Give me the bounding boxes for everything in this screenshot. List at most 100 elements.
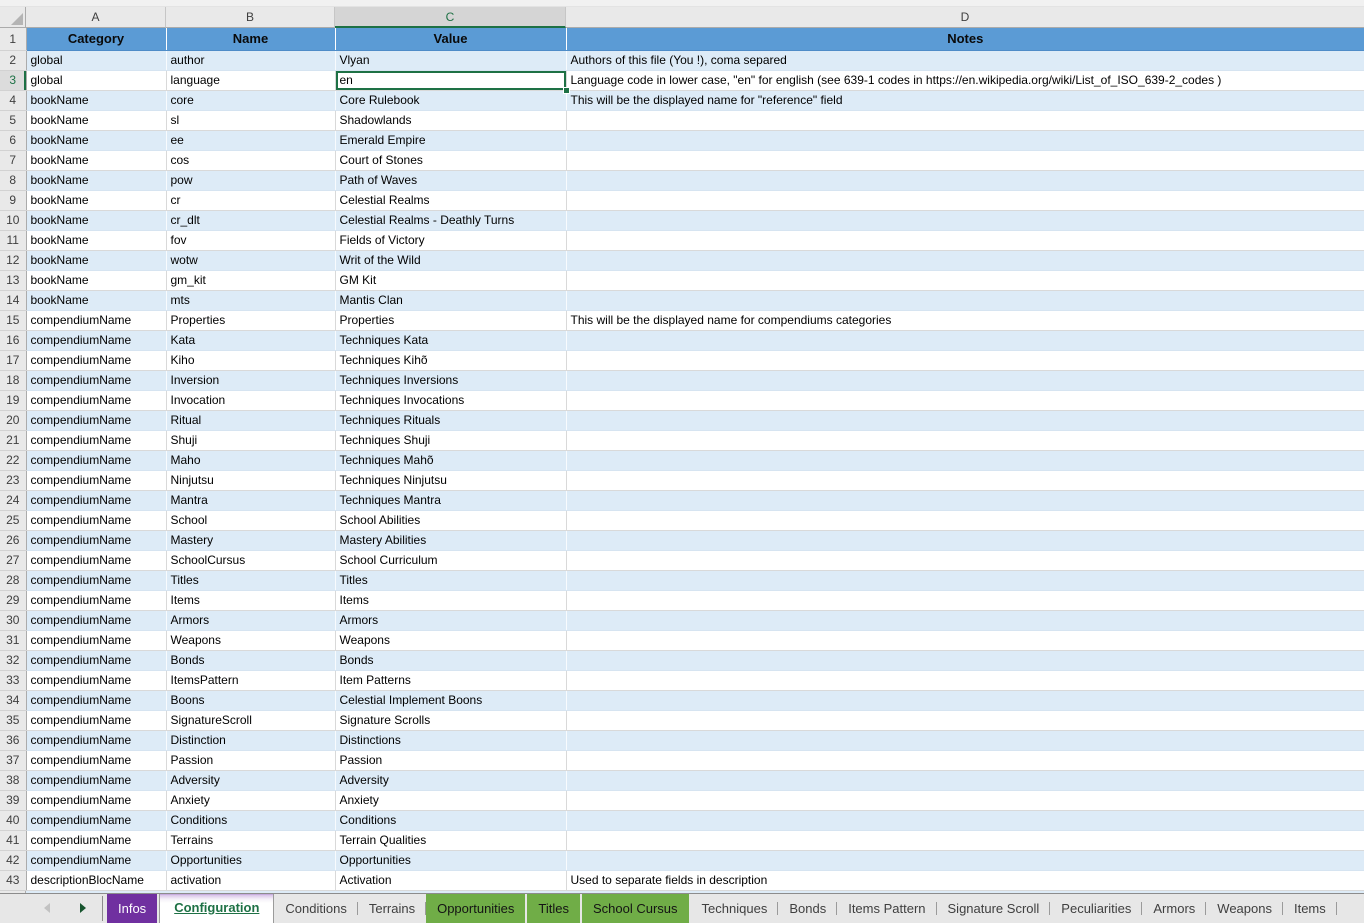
cell-value[interactable]: Mantis Clan: [335, 290, 566, 310]
cell-name[interactable]: ee: [166, 130, 335, 150]
header-cell-value[interactable]: Value: [335, 28, 566, 50]
cell-category[interactable]: bookName: [26, 90, 166, 110]
cell-notes[interactable]: [566, 470, 1364, 490]
cell-name[interactable]: Shuji: [166, 430, 335, 450]
row-number[interactable]: 39: [0, 790, 26, 810]
cell-category[interactable]: compendiumName: [26, 790, 166, 810]
row-number[interactable]: 22: [0, 450, 26, 470]
cell-category[interactable]: compendiumName: [26, 690, 166, 710]
cell-category[interactable]: bookName: [26, 230, 166, 250]
cell-notes[interactable]: [566, 610, 1364, 630]
cell-notes[interactable]: [566, 750, 1364, 770]
fill-handle[interactable]: [563, 87, 570, 94]
cell-name[interactable]: Maho: [166, 450, 335, 470]
cell-name[interactable]: Inversion: [166, 370, 335, 390]
row-number[interactable]: 33: [0, 670, 26, 690]
cell-value[interactable]: Armors: [335, 610, 566, 630]
row-number[interactable]: 24: [0, 490, 26, 510]
row-number[interactable]: 42: [0, 850, 26, 870]
cell-category[interactable]: compendiumName: [26, 530, 166, 550]
row-number[interactable]: 27: [0, 550, 26, 570]
row-number[interactable]: 25: [0, 510, 26, 530]
row-number[interactable]: 34: [0, 690, 26, 710]
cell-notes[interactable]: [566, 650, 1364, 670]
cell-name[interactable]: SignatureScroll: [166, 710, 335, 730]
row-number[interactable]: 10: [0, 210, 26, 230]
active-cell[interactable]: en: [335, 70, 566, 90]
cell-name[interactable]: Adversity: [166, 770, 335, 790]
cell-name[interactable]: Passion: [166, 750, 335, 770]
cell-name[interactable]: cos: [166, 150, 335, 170]
cell-name[interactable]: pow: [166, 170, 335, 190]
cell-notes[interactable]: [566, 690, 1364, 710]
cell-name[interactable]: SchoolCursus: [166, 550, 335, 570]
cell-notes[interactable]: [566, 110, 1364, 130]
cell-name[interactable]: Boons: [166, 690, 335, 710]
cell-name[interactable]: Kiho: [166, 350, 335, 370]
cell-category[interactable]: compendiumName: [26, 650, 166, 670]
cell-notes[interactable]: Used to separate fields in description: [566, 870, 1364, 890]
cell-value[interactable]: School Curriculum: [335, 550, 566, 570]
cell-notes[interactable]: Authors of this file (You !), coma separ…: [566, 50, 1364, 70]
tab-nav-left-icon[interactable]: [44, 903, 50, 913]
cell-value[interactable]: Terrain Qualities: [335, 830, 566, 850]
row-number[interactable]: 35: [0, 710, 26, 730]
row-number[interactable]: 4: [0, 90, 26, 110]
row-number[interactable]: 1: [0, 28, 26, 50]
cell-value[interactable]: School Abilities: [335, 510, 566, 530]
cell-value[interactable]: Techniques Kata: [335, 330, 566, 350]
cell-value[interactable]: Celestial Realms - Deathly Turns: [335, 210, 566, 230]
sheet-tab-titles[interactable]: Titles: [527, 894, 580, 923]
cell-category[interactable]: compendiumName: [26, 430, 166, 450]
cell-notes[interactable]: [566, 730, 1364, 750]
cell-notes[interactable]: [566, 550, 1364, 570]
row-number[interactable]: 19: [0, 390, 26, 410]
cell-name[interactable]: Kata: [166, 330, 335, 350]
cell-category[interactable]: bookName: [26, 210, 166, 230]
column-header-d[interactable]: D: [566, 7, 1364, 28]
row-number[interactable]: 9: [0, 190, 26, 210]
cell-value[interactable]: Path of Waves: [335, 170, 566, 190]
cell-name[interactable]: gm_kit: [166, 270, 335, 290]
row-number[interactable]: 29: [0, 590, 26, 610]
cell-category[interactable]: compendiumName: [26, 670, 166, 690]
cell-value[interactable]: Passion: [335, 750, 566, 770]
cell-value[interactable]: Techniques Inversions: [335, 370, 566, 390]
cell-value[interactable]: Shadowlands: [335, 110, 566, 130]
cell-category[interactable]: compendiumName: [26, 310, 166, 330]
cell-notes[interactable]: [566, 330, 1364, 350]
cell-notes[interactable]: [566, 630, 1364, 650]
cell-category[interactable]: bookName: [26, 270, 166, 290]
select-all-corner[interactable]: [0, 7, 26, 28]
sheet-tab-weapons[interactable]: Weapons: [1206, 894, 1283, 923]
row-number[interactable]: 28: [0, 570, 26, 590]
column-header-b[interactable]: B: [166, 7, 335, 28]
cell-value[interactable]: Techniques Kihõ: [335, 350, 566, 370]
cell-category[interactable]: bookName: [26, 190, 166, 210]
cell-category[interactable]: compendiumName: [26, 570, 166, 590]
row-number[interactable]: 32: [0, 650, 26, 670]
sheet-tab-armors[interactable]: Armors: [1142, 894, 1206, 923]
cell-notes[interactable]: This will be the displayed name for comp…: [566, 310, 1364, 330]
cell-category[interactable]: bookName: [26, 110, 166, 130]
sheet-tab-school-cursus[interactable]: School Cursus: [582, 894, 689, 923]
cell-value[interactable]: Fields of Victory: [335, 230, 566, 250]
cell-category[interactable]: compendiumName: [26, 770, 166, 790]
cell-name[interactable]: Armors: [166, 610, 335, 630]
cell-notes[interactable]: [566, 590, 1364, 610]
sheet-tab-configuration[interactable]: Configuration: [159, 893, 274, 923]
cell-notes[interactable]: [566, 210, 1364, 230]
cell-notes[interactable]: [566, 530, 1364, 550]
cell-name[interactable]: School: [166, 510, 335, 530]
cell-value[interactable]: Activation: [335, 870, 566, 890]
row-number[interactable]: 26: [0, 530, 26, 550]
cell-value[interactable]: GM Kit: [335, 270, 566, 290]
row-number[interactable]: 38: [0, 770, 26, 790]
sheet-tab-terrains[interactable]: Terrains: [358, 894, 426, 923]
cell-notes[interactable]: [566, 570, 1364, 590]
cell-value[interactable]: Emerald Empire: [335, 130, 566, 150]
cell-category[interactable]: compendiumName: [26, 750, 166, 770]
cell-name[interactable]: Ninjutsu: [166, 470, 335, 490]
cell-notes[interactable]: [566, 250, 1364, 270]
row-number[interactable]: 18: [0, 370, 26, 390]
